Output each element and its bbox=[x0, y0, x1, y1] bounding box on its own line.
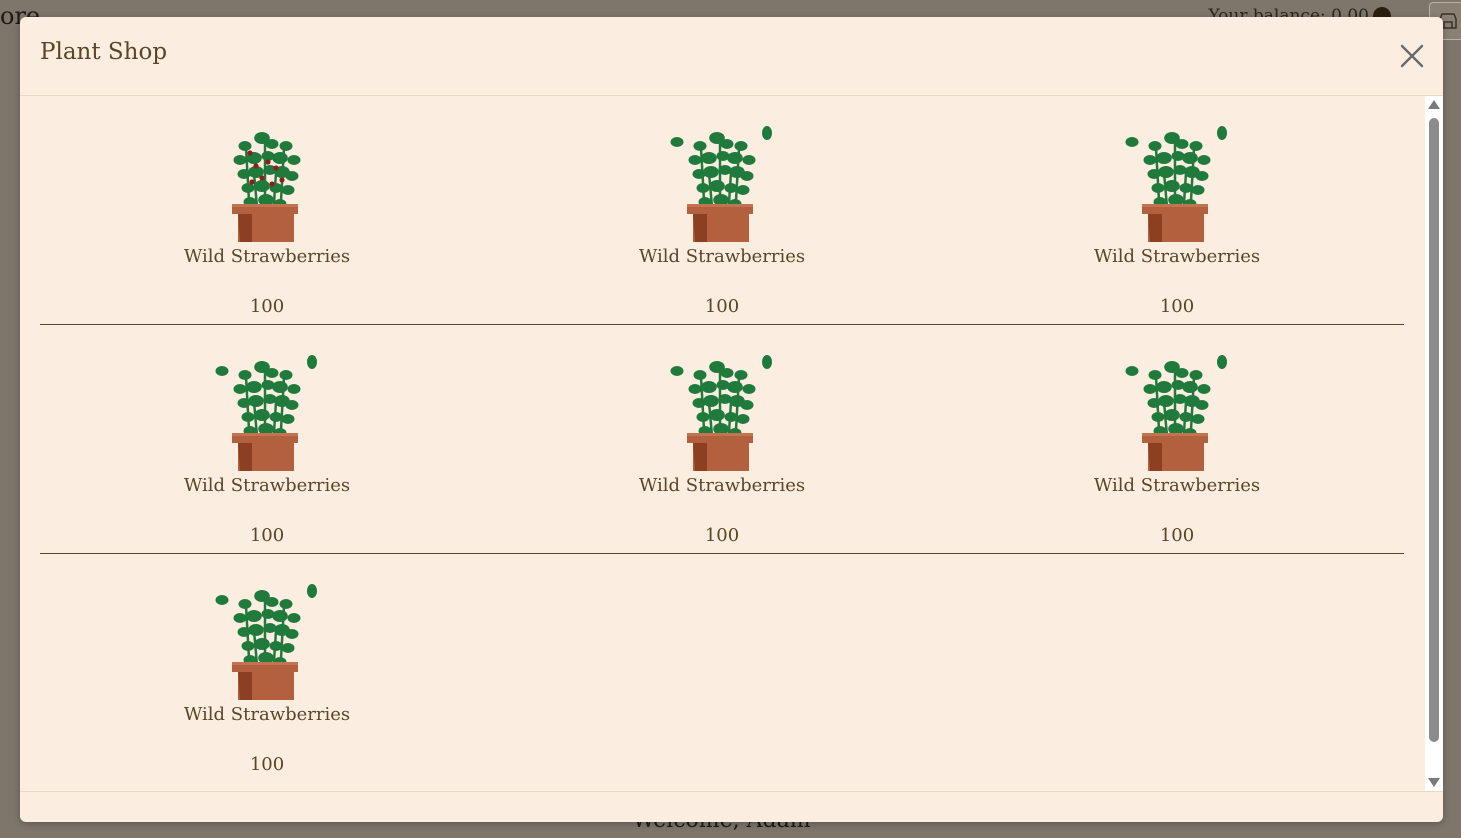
scrollbar[interactable] bbox=[1425, 96, 1443, 791]
plant-name: Wild Strawberries bbox=[1093, 475, 1261, 496]
plant-item[interactable]: Wild Strawberries 100 bbox=[495, 325, 949, 553]
plant-price: 100 bbox=[704, 296, 740, 317]
plant-price: 100 bbox=[704, 525, 740, 546]
plant-pot-icon bbox=[210, 347, 320, 471]
plant-pot-icon bbox=[210, 576, 320, 700]
plant-item[interactable]: Wild Strawberries 100 bbox=[495, 96, 949, 324]
modal-title: Plant Shop bbox=[40, 39, 168, 65]
plant-price: 100 bbox=[249, 525, 285, 546]
close-button[interactable] bbox=[1399, 43, 1425, 69]
plant-name: Wild Strawberries bbox=[183, 704, 351, 725]
modal-footer bbox=[20, 791, 1443, 822]
scroll-thumb[interactable] bbox=[1429, 118, 1439, 742]
plant-name: Wild Strawberries bbox=[638, 246, 806, 267]
plant-price: 100 bbox=[1159, 296, 1195, 317]
modal-header: Plant Shop bbox=[20, 17, 1443, 96]
modal-body: Wild Strawberries 100 Wild Strawberries 100… bbox=[20, 96, 1425, 791]
plant-name: Wild Strawberries bbox=[183, 475, 351, 496]
plant-pot-icon bbox=[210, 118, 320, 242]
close-icon bbox=[1400, 44, 1424, 68]
plant-grid: Wild Strawberries 100 Wild Strawberries 100… bbox=[40, 96, 1404, 782]
plant-price: 100 bbox=[249, 296, 285, 317]
plant-pot-icon bbox=[665, 118, 775, 242]
plant-item[interactable]: Wild Strawberries 100 bbox=[40, 325, 494, 553]
plant-shop-modal: Plant Shop Wild Strawberries 100 Wild Stra… bbox=[20, 17, 1443, 822]
plant-row: Wild Strawberries 100 Wild Strawberries 100… bbox=[40, 325, 1404, 554]
scroll-down-arrow-icon[interactable] bbox=[1428, 778, 1440, 787]
plant-price: 100 bbox=[249, 754, 285, 775]
plant-row: Wild Strawberries 100 bbox=[40, 554, 1404, 782]
plant-name: Wild Strawberries bbox=[183, 246, 351, 267]
plant-row: Wild Strawberries 100 Wild Strawberries 100… bbox=[40, 96, 1404, 325]
plant-item[interactable]: Wild Strawberries 100 bbox=[40, 96, 494, 324]
plant-item[interactable]: Wild Strawberries 100 bbox=[950, 96, 1404, 324]
plant-pot-icon bbox=[1120, 118, 1230, 242]
plant-price: 100 bbox=[1159, 525, 1195, 546]
plant-pot-icon bbox=[665, 347, 775, 471]
plant-name: Wild Strawberries bbox=[1093, 246, 1261, 267]
plant-item[interactable]: Wild Strawberries 100 bbox=[40, 554, 494, 782]
plant-pot-icon bbox=[1120, 347, 1230, 471]
plant-item[interactable]: Wild Strawberries 100 bbox=[950, 325, 1404, 553]
plant-name: Wild Strawberries bbox=[638, 475, 806, 496]
scroll-up-arrow-icon[interactable] bbox=[1428, 100, 1440, 109]
